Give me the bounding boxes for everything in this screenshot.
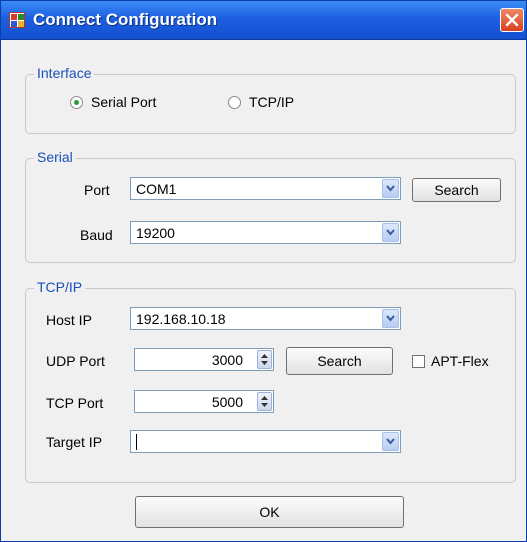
host-ip-select[interactable]: 192.168.10.18: [130, 307, 401, 330]
interface-legend: Interface: [34, 65, 95, 81]
serial-search-label: Search: [434, 182, 479, 198]
serial-group: Serial Port COM1 Search Baud 19200: [25, 149, 516, 263]
port-value: COM1: [136, 181, 177, 197]
checkbox-icon: [412, 354, 425, 368]
tcp-spinner-button[interactable]: [257, 392, 272, 411]
target-ip-select[interactable]: [130, 430, 401, 453]
window-title: Connect Configuration: [33, 10, 218, 29]
baud-label: Baud: [80, 227, 113, 243]
baud-value: 19200: [136, 225, 175, 241]
tcpip-group: TCP/IP Host IP 192.168.10.18 UDP Port 30…: [25, 279, 516, 483]
tcpip-label: TCP/IP: [249, 94, 295, 110]
title-bar[interactable]: Connect Configuration: [1, 1, 526, 40]
serial-search-button[interactable]: Search: [412, 178, 501, 202]
udp-port-stepper[interactable]: 3000: [134, 348, 274, 371]
tcpip-legend: TCP/IP: [34, 279, 86, 295]
close-icon: [505, 13, 519, 27]
apt-flex-label: APT-Flex: [431, 353, 489, 369]
tcpip-search-button[interactable]: Search: [286, 347, 393, 375]
tcpip-radio[interactable]: TCP/IP: [228, 94, 294, 110]
tcpip-search-label: Search: [317, 353, 362, 369]
tcp-port-value: 5000: [211, 394, 243, 410]
apt-flex-checkbox[interactable]: APT-Flex: [412, 353, 489, 369]
port-dropdown-button[interactable]: [382, 179, 399, 198]
app-icon: [9, 12, 25, 28]
close-button[interactable]: [500, 8, 524, 32]
target-ip-label: Target IP: [46, 434, 103, 450]
text-cursor: [136, 434, 137, 450]
chevron-down-icon: [386, 185, 395, 192]
interface-group: Interface Serial Port TCP/IP: [25, 65, 516, 134]
radio-selected-icon: [70, 95, 83, 109]
spinner-arrows-icon: [261, 396, 268, 407]
udp-spinner-button[interactable]: [257, 350, 272, 369]
serial-legend: Serial: [34, 149, 76, 165]
port-label: Port: [84, 182, 110, 198]
host-ip-label: Host IP: [46, 312, 92, 328]
ok-button[interactable]: OK: [135, 496, 404, 528]
chevron-down-icon: [386, 315, 395, 322]
tcp-port-label: TCP Port: [46, 395, 104, 411]
chevron-down-icon: [386, 438, 395, 445]
serial-port-radio[interactable]: Serial Port: [70, 94, 156, 110]
host-ip-value: 192.168.10.18: [136, 311, 226, 327]
baud-dropdown-button[interactable]: [382, 223, 399, 242]
chevron-down-icon: [386, 229, 395, 236]
port-select[interactable]: COM1: [130, 177, 401, 200]
serial-port-label: Serial Port: [91, 94, 157, 110]
ok-label: OK: [259, 504, 280, 520]
host-ip-dropdown-button[interactable]: [382, 309, 399, 328]
radio-unselected-icon: [228, 95, 241, 109]
baud-select[interactable]: 19200: [130, 221, 401, 244]
target-ip-dropdown-button[interactable]: [382, 432, 399, 451]
spinner-arrows-icon: [261, 354, 268, 365]
connect-configuration-dialog: Connect Configuration Interface Serial P…: [0, 0, 527, 542]
tcp-port-stepper[interactable]: 5000: [134, 390, 274, 413]
udp-port-value: 3000: [211, 352, 243, 368]
udp-port-label: UDP Port: [46, 353, 105, 369]
